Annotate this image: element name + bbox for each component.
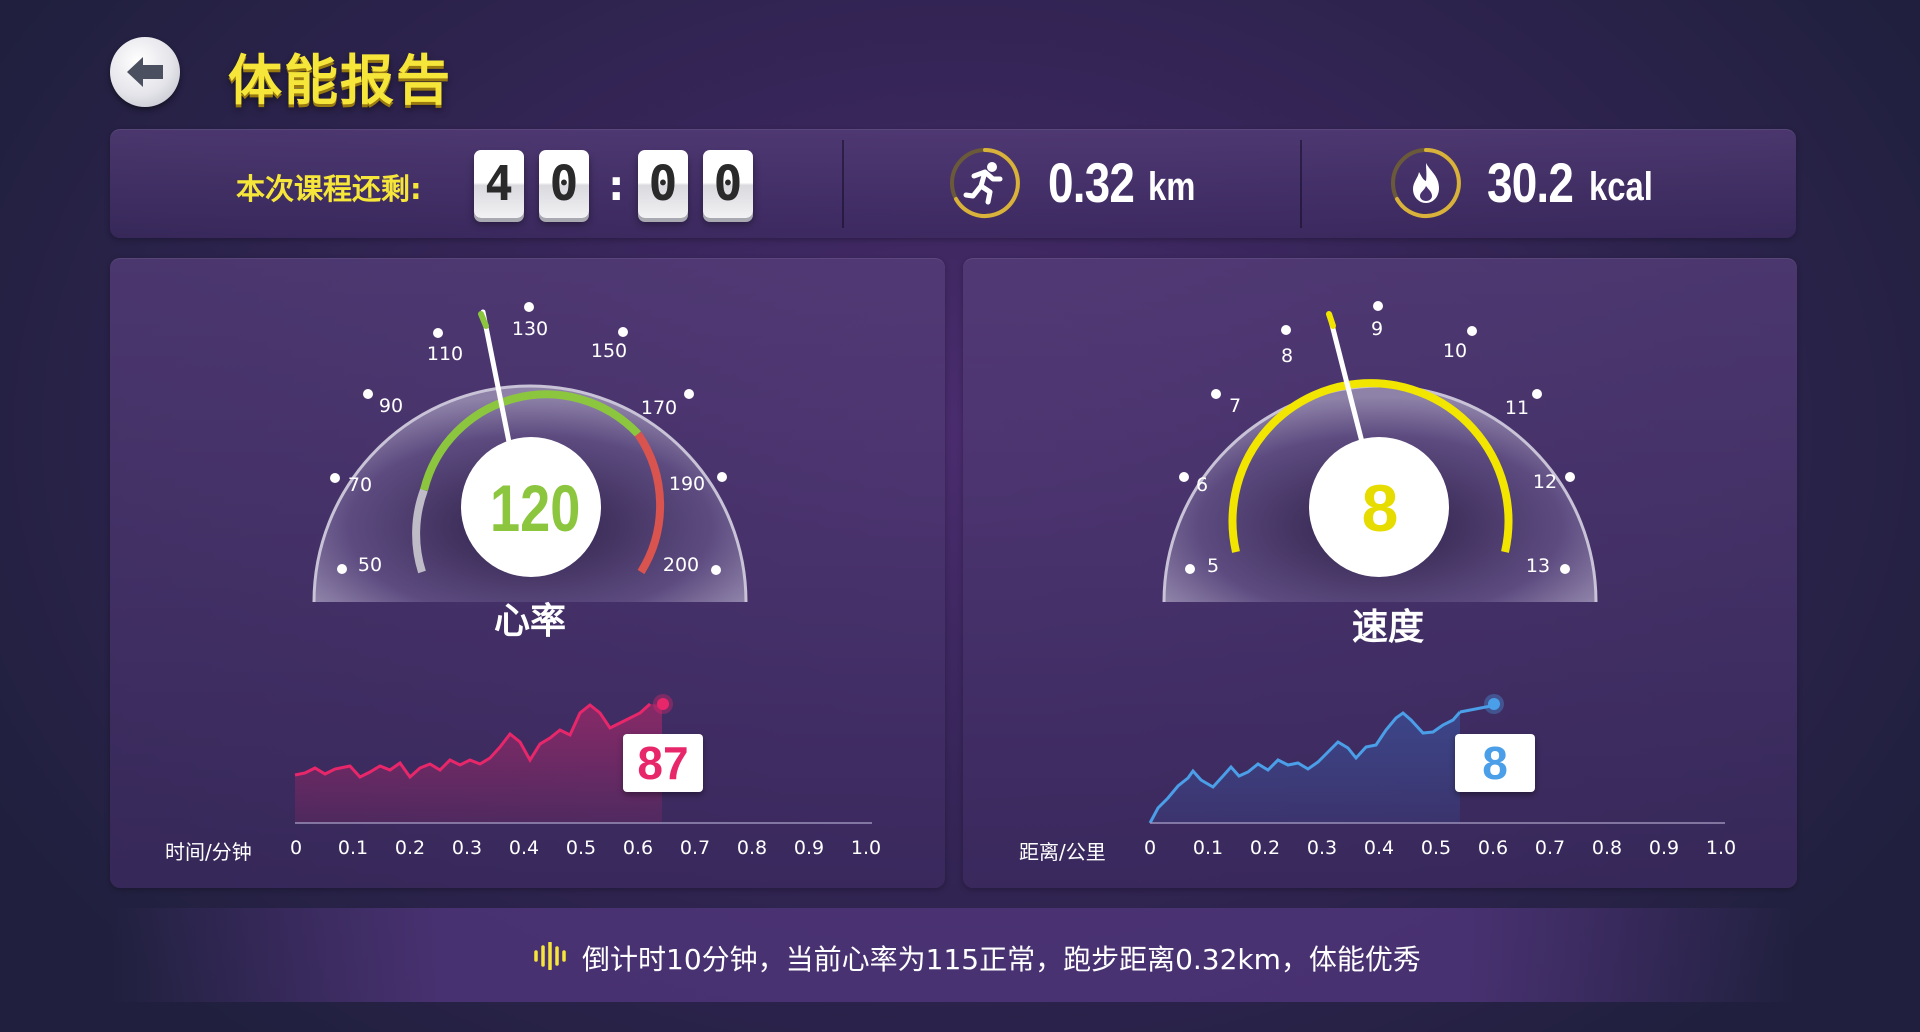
x-tick: 1.0 [1705,837,1737,859]
gauge-scale-label: 9 [1370,318,1384,340]
speed-title: 速度 [1351,607,1424,648]
gauge-scale-label: 200 [662,554,700,576]
calories-value: 30.2 [1487,151,1574,214]
gauge-scale-label: 10 [1442,340,1468,362]
calories-unit: kcal [1589,165,1653,209]
heart-rate-value: 120 [490,471,581,545]
x-tick: 0.3 [451,837,483,859]
gauge-scale-label: 130 [511,318,549,340]
gauge-scale-label: 12 [1532,471,1558,493]
x-tick: 0.6 [622,837,654,859]
distance-value: 0.32 [1048,151,1135,214]
x-axis-title: 距离/公里 [1019,840,1106,864]
speed-chart [1148,694,1725,824]
gauge-scale-label: 8 [1280,345,1294,367]
timer-digit: 0 [539,150,589,218]
x-tick: 0.8 [736,837,768,859]
back-arrow-icon [127,57,163,87]
gauge-scale-label: 70 [347,474,373,496]
speed-tooltip: 8 [1455,734,1535,792]
x-tick: 0.8 [1591,837,1623,859]
x-tick: 0.4 [508,837,540,859]
heart-rate-title: 心率 [493,601,566,642]
x-tick: 0 [1143,837,1157,859]
heart-rate-tooltip: 87 [623,734,703,792]
timer-digit: 4 [474,150,524,218]
gauge-scale-label: 13 [1525,555,1551,577]
gauge-scale-label: 90 [378,395,404,417]
gauge-scale-label: 50 [357,554,383,576]
gauge-scale-label: 5 [1206,555,1220,577]
x-tick: 0.3 [1306,837,1338,859]
x-tick: 1.0 [850,837,882,859]
voice-message-text: 倒计时10分钟，当前心率为115正常，跑步距离0.32km，体能优秀 [582,943,1421,976]
x-tick: 0.1 [1192,837,1224,859]
x-tick: 0.6 [1477,837,1509,859]
x-axis-title: 时间/分钟 [165,840,252,864]
gauge-scale-label: 11 [1504,397,1530,419]
gauge-scale-label: 6 [1195,474,1209,496]
flame-icon [1391,148,1461,218]
sound-wave-icon [534,942,566,970]
x-tick: 0.1 [337,837,369,859]
divider [1300,140,1302,228]
page-title: 体能报告 [228,49,452,112]
x-tick: 0.5 [565,837,597,859]
distance-unit: km [1148,165,1196,209]
speed-value: 8 [1361,471,1399,545]
x-tick: 0.2 [394,837,426,859]
x-tick: 0.5 [1420,837,1452,859]
x-tick: 0.7 [679,837,711,859]
timer-digit: 0 [703,150,753,218]
gauge-scale-label: 150 [590,340,628,362]
gauge-scale-label: 110 [426,343,464,365]
timer-digit: 0 [638,150,688,218]
timer-label: 本次课程还剩: [236,172,422,206]
x-tick: 0.9 [1648,837,1680,859]
gauge-scale-label: 170 [640,397,678,419]
x-tick: 0.2 [1249,837,1281,859]
gauge-scale-label: 7 [1228,395,1242,417]
back-button[interactable] [110,37,180,107]
divider [842,140,844,228]
timer-separator: : [603,160,630,211]
x-tick: 0.9 [793,837,825,859]
x-tick: 0 [289,837,303,859]
running-person-icon [950,148,1020,218]
heart-rate-chart [294,694,872,824]
gauge-scale-label: 190 [668,473,706,495]
x-tick: 0.7 [1534,837,1566,859]
x-tick: 0.4 [1363,837,1395,859]
